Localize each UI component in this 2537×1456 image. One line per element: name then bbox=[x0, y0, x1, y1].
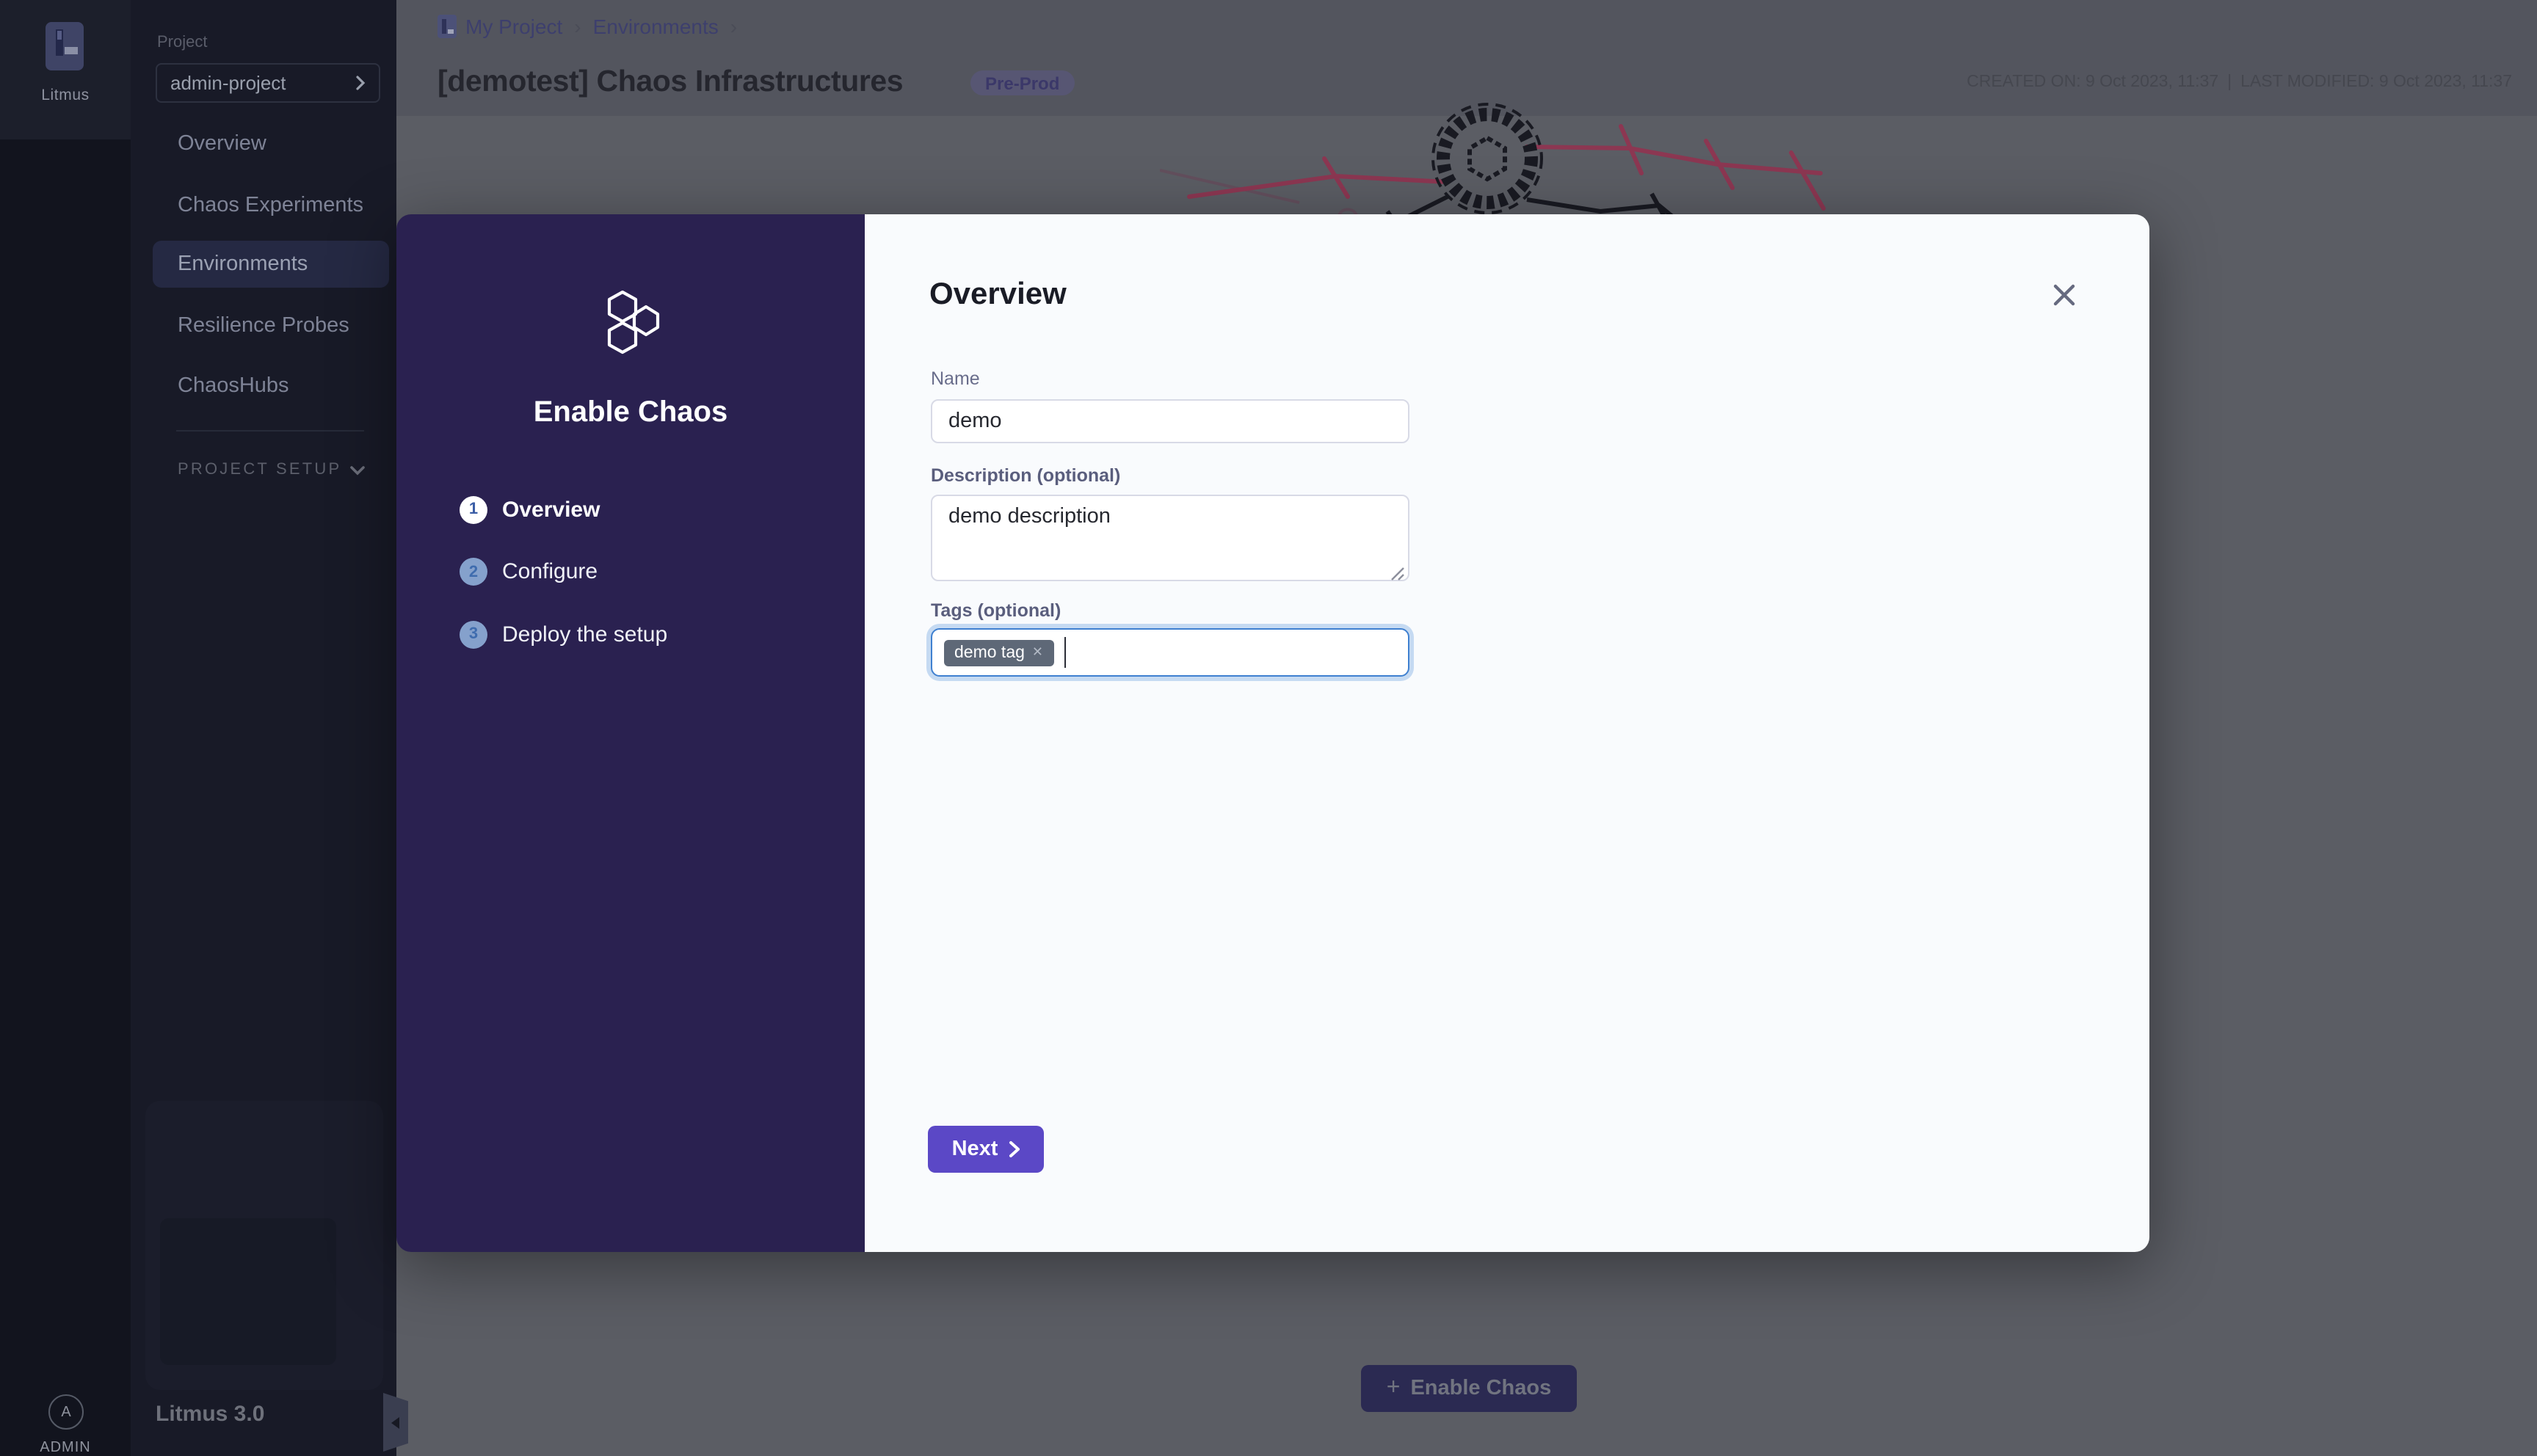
next-button[interactable]: Next bbox=[928, 1126, 1044, 1172]
last-modified: LAST MODIFIED: 9 Oct 2023, 11:37 bbox=[2240, 73, 2512, 91]
sidebar-item-environments[interactable]: Environments bbox=[153, 241, 389, 288]
description-label: Description (optional) bbox=[931, 465, 1120, 486]
chevron-right-icon bbox=[355, 75, 366, 91]
litmus-logo-icon bbox=[46, 22, 84, 72]
breadcrumb: My Project › Environments › bbox=[465, 15, 737, 38]
breadcrumb-item-my-project[interactable]: My Project bbox=[465, 15, 562, 38]
sidebar-item-chaos-experiments[interactable]: Chaos Experiments bbox=[153, 181, 389, 228]
sidebar-promo-card bbox=[145, 1101, 383, 1390]
logo-tile[interactable]: Litmus bbox=[0, 0, 131, 139]
wizard-step-overview[interactable]: 1 Overview bbox=[460, 495, 600, 523]
breadcrumb-separator: › bbox=[574, 15, 581, 38]
name-input[interactable] bbox=[931, 399, 1409, 443]
tags-label: Tags (optional) bbox=[931, 600, 1061, 621]
chaos-network-graphic bbox=[1160, 82, 1850, 229]
app-window: Litmus A ADMIN Project admin-project Ove… bbox=[0, 0, 2537, 1456]
app-version: Litmus 3.0 bbox=[156, 1402, 264, 1427]
sidebar-item-resilience-probes[interactable]: Resilience Probes bbox=[153, 302, 389, 349]
litmus-logo-text: Litmus bbox=[0, 87, 131, 104]
project-setup-label: PROJECT SETUP bbox=[178, 461, 341, 478]
wizard-step-configure[interactable]: 2 Configure bbox=[460, 558, 598, 586]
breadcrumb-separator: › bbox=[730, 15, 737, 38]
breadcrumb-logo-icon bbox=[438, 15, 457, 38]
chevron-down-icon bbox=[349, 465, 366, 475]
enable-chaos-button-background[interactable]: + Enable Chaos bbox=[1361, 1365, 1577, 1411]
text-cursor bbox=[1064, 637, 1066, 668]
breadcrumb-item-environments[interactable]: Environments bbox=[593, 15, 719, 38]
project-selector[interactable]: admin-project bbox=[156, 63, 380, 103]
step-number: 3 bbox=[460, 620, 487, 648]
meta-divider: | bbox=[2227, 73, 2232, 91]
description-input[interactable]: demo description bbox=[931, 495, 1409, 581]
wizard-panel: Enable Chaos 1 Overview 2 Configure 3 De… bbox=[396, 214, 865, 1252]
sidebar-item-chaoshubs[interactable]: ChaosHubs bbox=[153, 363, 389, 410]
step-number: 2 bbox=[460, 558, 487, 586]
sidebar-promo-image bbox=[160, 1218, 336, 1365]
environment-type-badge: Pre-Prod bbox=[970, 70, 1074, 95]
sidebar-divider bbox=[176, 430, 364, 432]
name-label: Name bbox=[931, 368, 980, 389]
form-title: Overview bbox=[929, 277, 1067, 313]
sidebar-collapse-toggle[interactable] bbox=[383, 1393, 408, 1452]
created-on: CREATED ON: 9 Oct 2023, 11:37 bbox=[1967, 73, 2218, 91]
close-icon[interactable] bbox=[2051, 282, 2077, 308]
enable-chaos-modal: Enable Chaos 1 Overview 2 Configure 3 De… bbox=[396, 214, 2149, 1252]
timestamps: CREATED ON: 9 Oct 2023, 11:37 | LAST MOD… bbox=[1967, 73, 2512, 91]
user-role-label: ADMIN bbox=[0, 1440, 131, 1456]
sidebar-item-overview[interactable]: Overview bbox=[153, 120, 389, 167]
sidebar-panel: Project admin-project Overview Chaos Exp… bbox=[131, 0, 396, 1456]
wizard-title: Enable Chaos bbox=[396, 396, 865, 430]
project-setup-section[interactable]: PROJECT SETUP bbox=[178, 461, 366, 478]
tag-chip: demo tag ✕ bbox=[944, 639, 1053, 666]
overview-form-panel: Overview Name Description (optional) dem… bbox=[865, 214, 2149, 1252]
chevron-right-icon bbox=[1008, 1140, 1020, 1158]
hexagons-icon bbox=[598, 288, 665, 355]
tags-input[interactable]: demo tag ✕ bbox=[931, 628, 1409, 677]
avatar[interactable]: A bbox=[48, 1394, 84, 1430]
resize-handle-icon[interactable] bbox=[1390, 567, 1405, 581]
project-label: Project bbox=[157, 34, 208, 51]
page-title: [demotest] Chaos Infrastructures bbox=[438, 65, 903, 100]
triangle-left-icon bbox=[391, 1416, 401, 1429]
remove-tag-icon[interactable]: ✕ bbox=[1032, 644, 1043, 660]
step-number: 1 bbox=[460, 495, 487, 523]
wizard-step-deploy[interactable]: 3 Deploy the setup bbox=[460, 620, 667, 648]
project-name: admin-project bbox=[170, 72, 355, 94]
plus-icon: + bbox=[1387, 1377, 1401, 1400]
sidebar-rail: Litmus A ADMIN bbox=[0, 0, 131, 1456]
